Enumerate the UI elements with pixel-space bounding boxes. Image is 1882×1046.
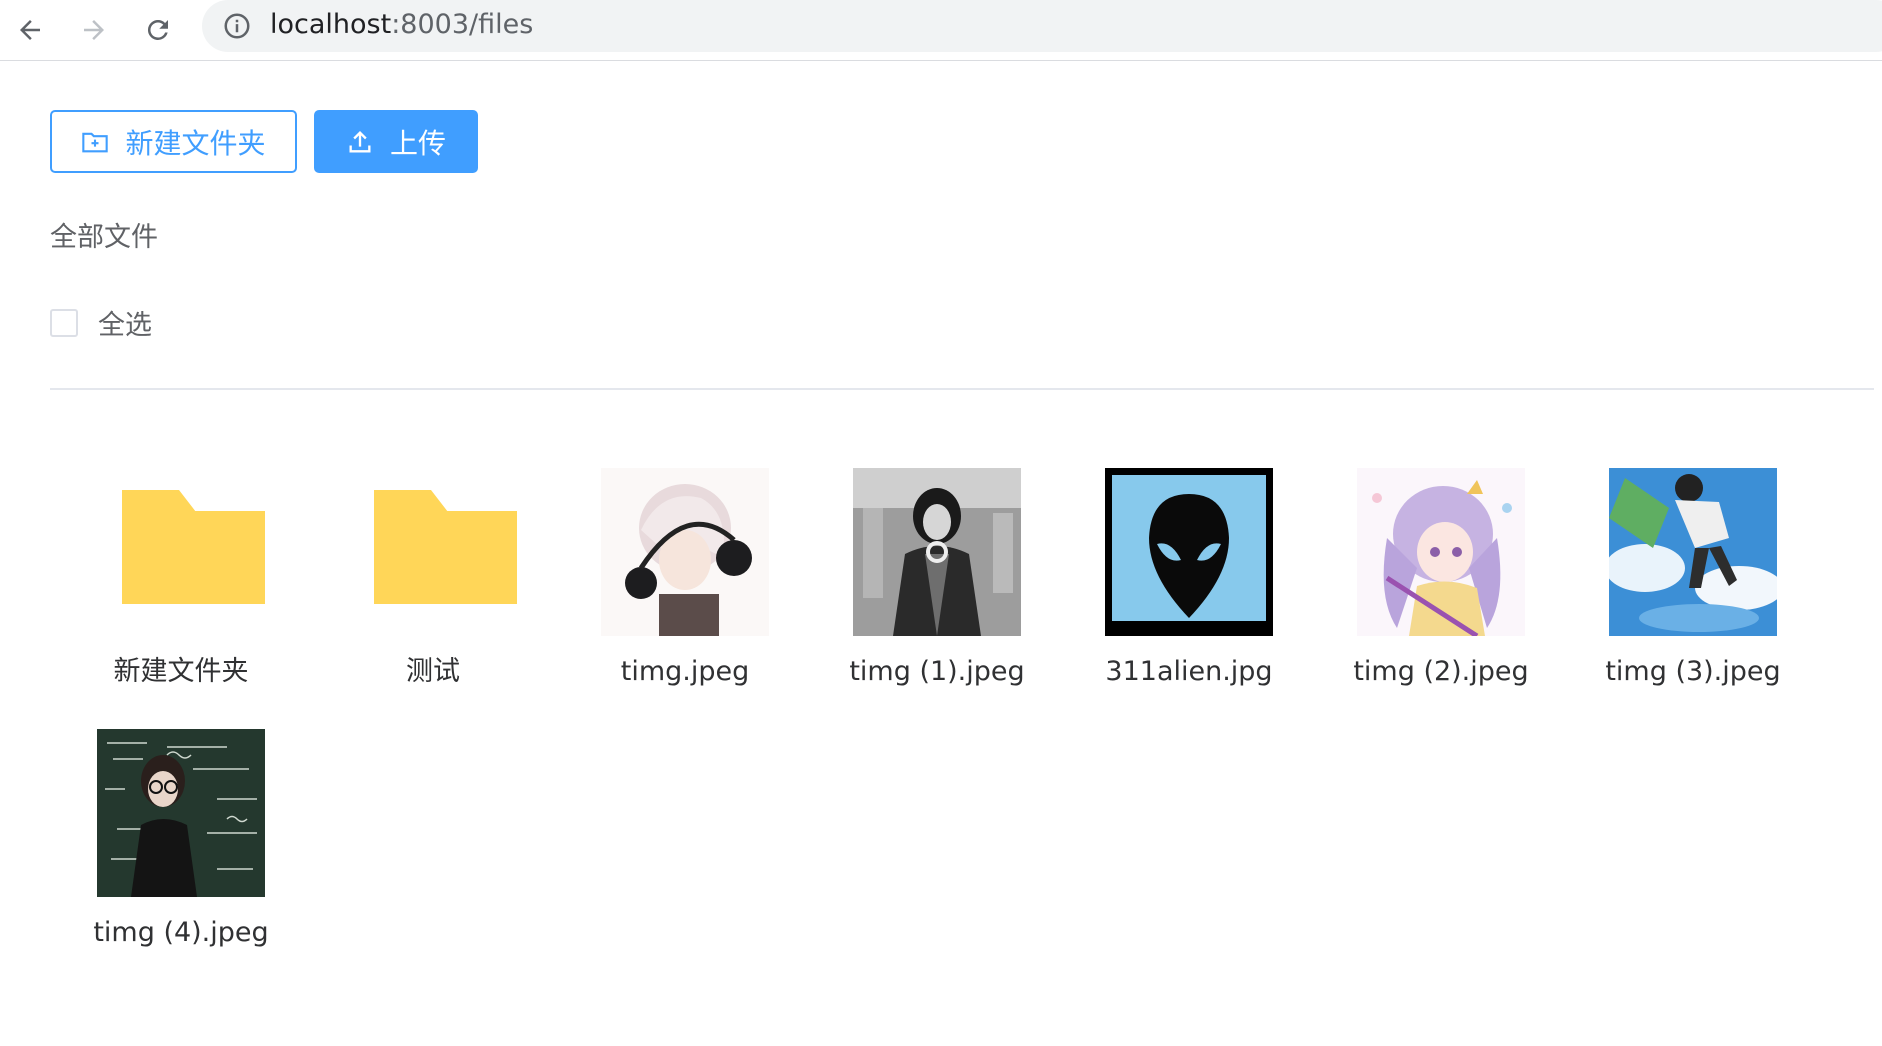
image-thumbnail xyxy=(601,468,769,636)
file-item[interactable]: timg (1).jpeg xyxy=(837,468,1037,692)
divider xyxy=(50,388,1874,390)
address-bar[interactable]: localhost:8003/files xyxy=(202,0,1882,52)
image-thumbnail xyxy=(1105,468,1273,636)
breadcrumb[interactable]: 全部文件 xyxy=(50,218,158,258)
file-name: timg (2).jpeg xyxy=(1353,656,1529,687)
file-name: 新建文件夹 xyxy=(113,656,249,687)
file-item[interactable]: 新建文件夹 xyxy=(81,468,281,692)
new-folder-label: 新建文件夹 xyxy=(125,126,266,160)
select-all-checkbox[interactable]: 全选 xyxy=(50,303,152,342)
back-arrow-icon[interactable] xyxy=(6,6,54,54)
forward-arrow-icon[interactable] xyxy=(70,6,118,54)
file-item[interactable]: timg (3).jpeg xyxy=(1593,468,1793,692)
file-name: 311alien.jpg xyxy=(1105,656,1273,687)
reload-icon[interactable] xyxy=(134,6,182,54)
info-icon[interactable] xyxy=(222,11,252,41)
url-path: :8003/files xyxy=(391,9,534,40)
select-all-label: 全选 xyxy=(98,310,152,341)
upload-button[interactable]: 上传 xyxy=(314,110,478,173)
folder-icon xyxy=(349,468,517,636)
image-thumbnail xyxy=(1357,468,1525,636)
file-item[interactable]: 311alien.jpg xyxy=(1089,468,1289,692)
image-thumbnail xyxy=(1609,468,1777,636)
image-thumbnail xyxy=(97,729,265,897)
folder-add-icon xyxy=(82,132,109,152)
file-name: timg (1).jpeg xyxy=(849,656,1025,687)
file-name: timg.jpeg xyxy=(620,656,750,687)
upload-label: 上传 xyxy=(389,126,446,160)
file-name: timg (4).jpeg xyxy=(93,917,269,948)
file-item[interactable]: 测试 xyxy=(333,468,533,692)
file-name: timg (3).jpeg xyxy=(1605,656,1781,687)
checkbox-box[interactable] xyxy=(50,308,78,337)
file-name: 测试 xyxy=(406,656,460,687)
file-item[interactable]: timg (2).jpeg xyxy=(1341,468,1541,692)
url-host: localhost xyxy=(270,9,392,40)
file-item[interactable]: timg.jpeg xyxy=(585,468,785,692)
upload-icon xyxy=(349,130,371,152)
image-thumbnail xyxy=(853,468,1021,636)
url-text: localhost:8003/files xyxy=(270,8,533,42)
folder-icon xyxy=(97,468,265,636)
browser-toolbar: localhost:8003/files xyxy=(0,0,1882,61)
file-item[interactable]: timg (4).jpeg xyxy=(81,729,281,953)
new-folder-button[interactable]: 新建文件夹 xyxy=(50,110,297,173)
